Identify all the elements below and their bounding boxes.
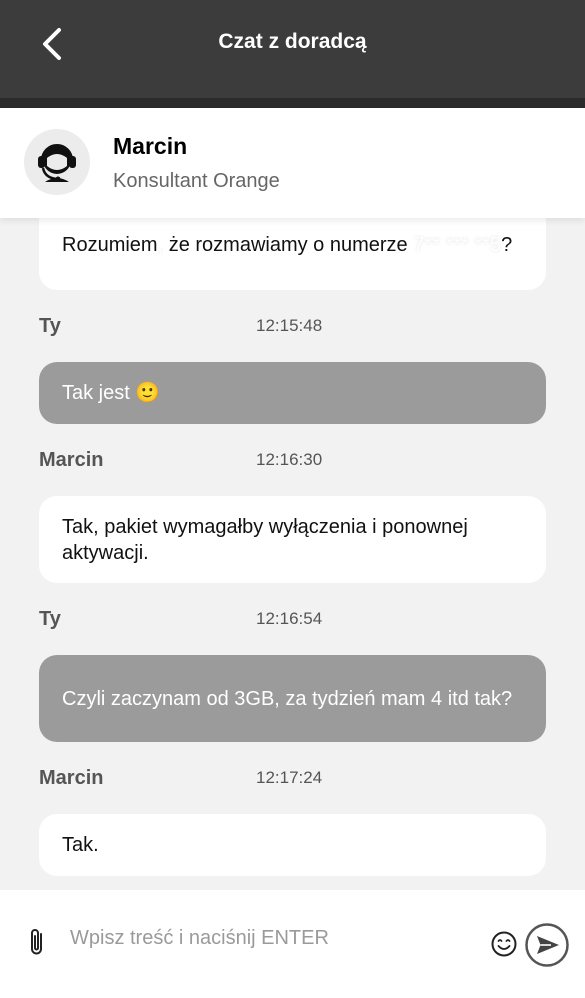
message-timestamp: 12:16:30 [256,450,323,469]
page-title: Czat z doradcą [218,30,367,53]
attach-button[interactable] [26,926,48,963]
message-text: Rozumiem, że rozmawiamy o numerze 7** **… [62,234,513,256]
message-bubble-user: Tak jest 🙂 [39,362,546,424]
message-timestamp: 12:15:48 [256,316,323,335]
send-arrow-icon [525,923,569,967]
message-sender: Ty [39,315,61,337]
agent-role: Konsultant Orange [113,170,280,192]
message-bubble-agent: Tak, pakiet wymagałby wyłączenia i ponow… [39,496,546,583]
message-composer [0,890,585,998]
message-sender: Marcin [39,767,104,789]
message-bubble-user: Czyli zaczynam od 3GB, za tydzień mam 4 … [39,655,546,742]
headset-agent-icon [38,144,76,182]
message-text: Tak. [62,834,99,856]
paperclip-icon [31,929,42,955]
message-text: Czyli zaczynam od 3GB, za tydzień mam 4 … [62,687,513,710]
emoji-button[interactable] [490,930,518,963]
agent-card: Marcin Konsultant Orange [0,108,585,218]
message-text: Tak, pakiet wymagałby wyłączenia i ponow… [62,515,468,564]
message-timestamp: 12:17:24 [256,768,323,787]
top-bar-divider [0,98,585,108]
message-input[interactable] [62,918,490,958]
avatar [24,129,90,195]
top-bar: Czat z doradcą [0,0,585,98]
message-text: Tak jest 🙂 [62,382,161,404]
message-timestamp: 12:16:54 [256,609,323,628]
send-button[interactable] [524,922,570,973]
message-sender: Marcin [39,449,104,471]
smiley-icon [491,931,517,957]
agent-name: Marcin [113,133,188,159]
message-sender: Ty [39,608,61,630]
message-bubble-agent: Tak. [39,814,546,876]
